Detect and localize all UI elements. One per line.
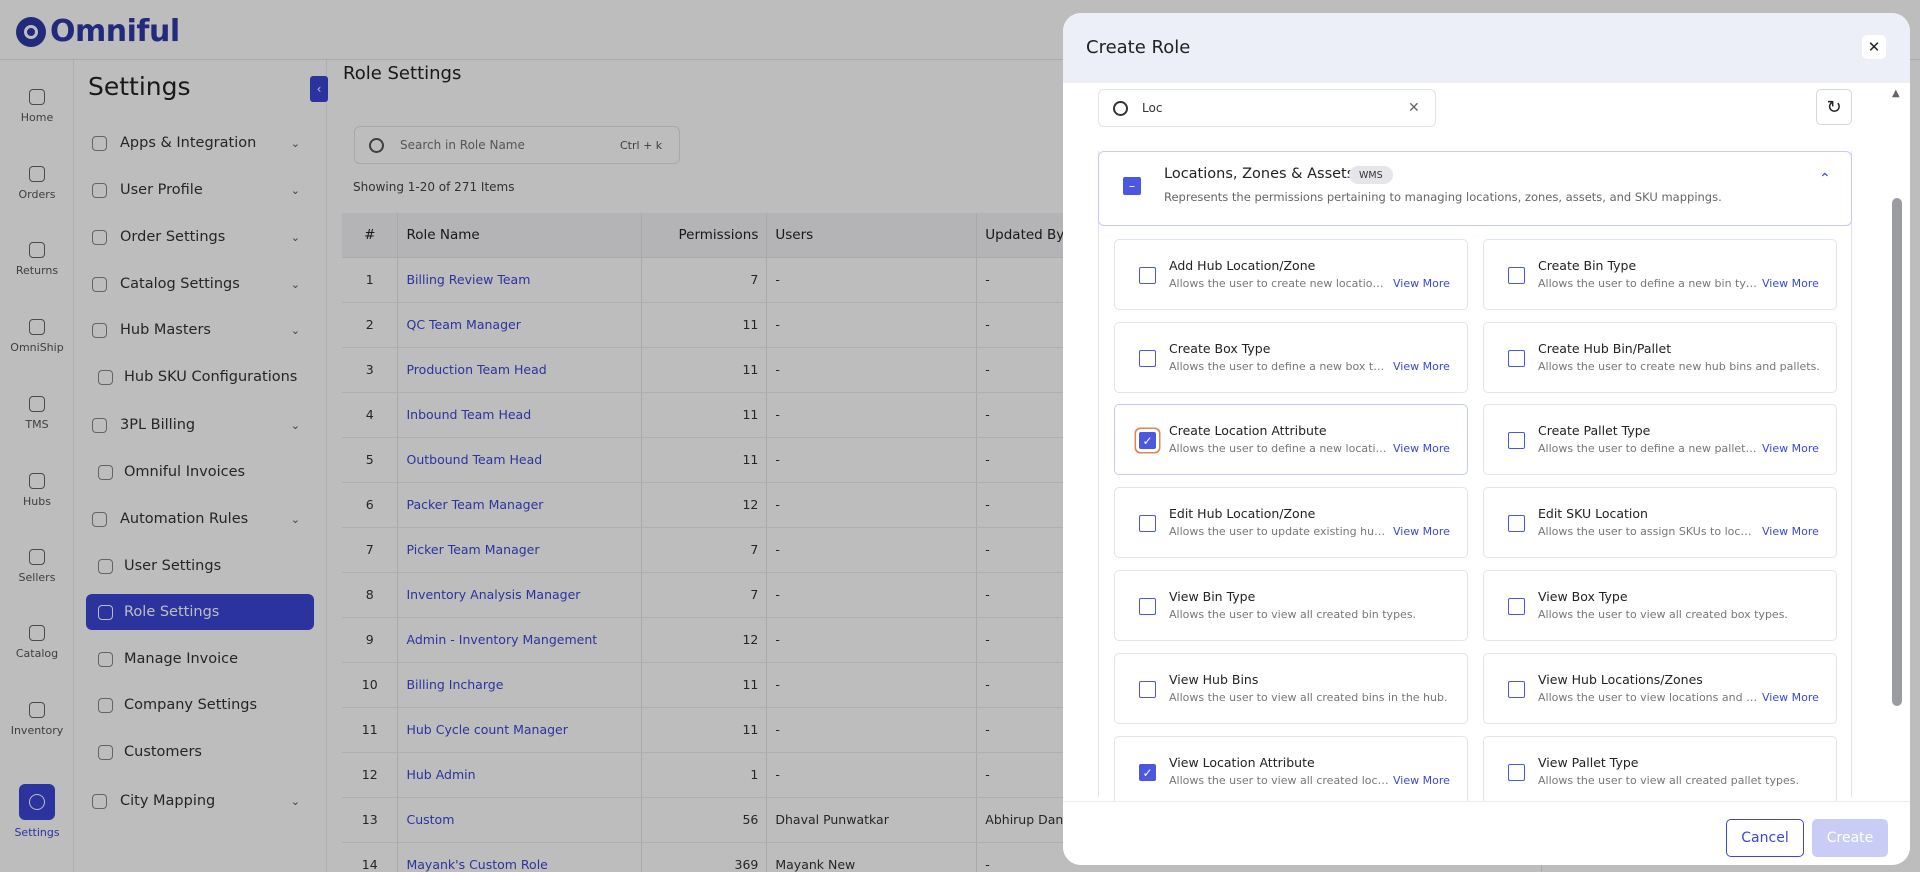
view-more-link[interactable]: View More [1393,277,1450,290]
permission-description: Allows the user to define a new pallet t… [1538,442,1758,455]
modal-scrollbar[interactable] [1892,198,1902,706]
permission-checkbox[interactable] [1508,515,1525,532]
permission-card-create-pallet-type[interactable]: Create Pallet Type Allows the user to def… [1483,404,1837,475]
view-more-link[interactable]: View More [1762,442,1819,455]
scroll-up-icon[interactable]: ▲ [1892,88,1900,99]
permission-checkbox[interactable] [1139,267,1156,284]
permission-title: View Pallet Type [1538,755,1639,770]
permission-checkbox[interactable] [1139,598,1156,615]
close-icon[interactable]: ✕ [1862,35,1886,59]
permission-title: Add Hub Location/Zone [1169,258,1316,273]
permission-title: View Box Type [1538,589,1628,604]
permission-card-edit-sku-location[interactable]: Edit SKU Location Allows the user to assi… [1483,487,1837,558]
permission-card-view-hub-bins[interactable]: View Hub Bins Allows the user to view all… [1114,653,1468,724]
permission-title: View Hub Locations/Zones [1538,672,1703,687]
permission-description: Allows the user to define a new bin type… [1538,277,1758,290]
group-title: Locations, Zones & Assets [1164,166,1355,182]
permission-title: Edit Hub Location/Zone [1169,506,1316,521]
permission-title: Create Pallet Type [1538,423,1651,438]
permission-card-view-pallet-type[interactable]: View Pallet Type Allows the user to view … [1483,736,1837,807]
permission-description: Allows the user to update existing hub l… [1169,525,1389,538]
permission-checkbox[interactable] [1508,764,1525,781]
permission-title: View Hub Bins [1169,672,1259,687]
permission-checkbox[interactable] [1508,350,1525,367]
view-more-link[interactable]: View More [1762,277,1819,290]
permission-card-edit-hub-location-zone[interactable]: Edit Hub Location/Zone Allows the user to… [1114,487,1468,558]
permission-card-view-bin-type[interactable]: View Bin Type Allows the user to view all… [1114,570,1468,641]
group-description: Represents the permissions pertaining to… [1164,190,1722,204]
view-more-link[interactable]: View More [1393,360,1450,373]
permission-title: View Bin Type [1169,589,1256,604]
permission-title: View Location Attribute [1169,755,1315,770]
permission-card-view-hub-locations-zones[interactable]: View Hub Locations/Zones Allows the user … [1483,653,1837,724]
permission-description: Allows the user to create new locations … [1169,277,1389,290]
permission-description: Allows the user to view all created box … [1538,608,1788,621]
permission-checkbox[interactable] [1508,598,1525,615]
permission-title: Edit SKU Location [1538,506,1648,521]
permission-checkbox[interactable]: ✓ [1139,764,1156,781]
modal-header: Create Role ✕ [1063,13,1910,83]
create-role-modal: Create Role ✕ ✕ ↻ ▲ – Locations, Zones &… [1063,13,1910,865]
permission-description: Allows the user to view all created pall… [1538,774,1799,787]
view-more-link[interactable]: View More [1393,774,1450,787]
permission-checkbox[interactable]: ✓ [1139,432,1156,449]
modal-footer: Cancel Create [1063,801,1910,865]
permission-title: Create Location Attribute [1169,423,1327,438]
refresh-icon[interactable]: ↻ [1816,89,1852,125]
permission-description: Allows the user to define a new box type… [1169,360,1389,373]
permission-card-create-bin-type[interactable]: Create Bin Type Allows the user to define… [1483,239,1837,310]
permission-card-add-hub-location-zone[interactable]: Add Hub Location/Zone Allows the user to … [1114,239,1468,310]
permission-title: Create Box Type [1169,341,1271,356]
permission-description: Allows the user to view locations and zo… [1538,691,1758,704]
permission-description: Allows the user to view all created bins… [1169,691,1448,704]
permission-description: Allows the user to view all created bin … [1169,608,1417,621]
permission-card-create-hub-bin-pallet[interactable]: Create Hub Bin/Pallet Allows the user to … [1483,322,1837,393]
permission-search-input[interactable] [1142,101,1382,115]
permission-card-view-box-type[interactable]: View Box Type Allows the user to view all… [1483,570,1837,641]
permission-search[interactable]: ✕ [1098,89,1436,127]
permission-checkbox[interactable] [1139,350,1156,367]
modal-title: Create Role [1086,37,1191,58]
permission-checkbox[interactable] [1139,515,1156,532]
permission-description: Allows the user to define a new location… [1169,442,1389,455]
view-more-link[interactable]: View More [1393,442,1450,455]
permission-checkbox[interactable] [1508,432,1525,449]
permission-group-header[interactable]: – Locations, Zones & Assets WMS Represen… [1098,151,1852,226]
permission-description: Allows the user to view all created loca… [1169,774,1389,787]
permission-description: Allows the user to create new hub bins a… [1538,360,1820,373]
permission-checkbox[interactable] [1508,267,1525,284]
cancel-button[interactable]: Cancel [1726,819,1804,857]
search-icon [1113,100,1128,116]
permission-card-view-location-attribute[interactable]: ✓ View Location Attribute Allows the user … [1114,736,1468,807]
view-more-link[interactable]: View More [1393,525,1450,538]
permission-title: Create Bin Type [1538,258,1637,273]
create-button[interactable]: Create [1812,819,1888,857]
view-more-link[interactable]: View More [1762,691,1819,704]
permission-card-create-box-type[interactable]: Create Box Type Allows the user to define… [1114,322,1468,393]
wms-badge: WMS [1349,166,1393,184]
permission-checkbox[interactable] [1508,681,1525,698]
permission-description: Allows the user to assign SKUs to locati… [1538,525,1758,538]
permission-checkbox[interactable] [1139,681,1156,698]
view-more-link[interactable]: View More [1762,525,1819,538]
permission-card-create-location-attribute[interactable]: ✓ Create Location Attribute Allows the use… [1114,404,1468,475]
chevron-up-icon[interactable]: ⌃ [1819,171,1831,187]
group-partial-checkbox[interactable]: – [1123,177,1141,195]
clear-search-icon[interactable]: ✕ [1408,100,1420,116]
permission-title: Create Hub Bin/Pallet [1538,341,1672,356]
